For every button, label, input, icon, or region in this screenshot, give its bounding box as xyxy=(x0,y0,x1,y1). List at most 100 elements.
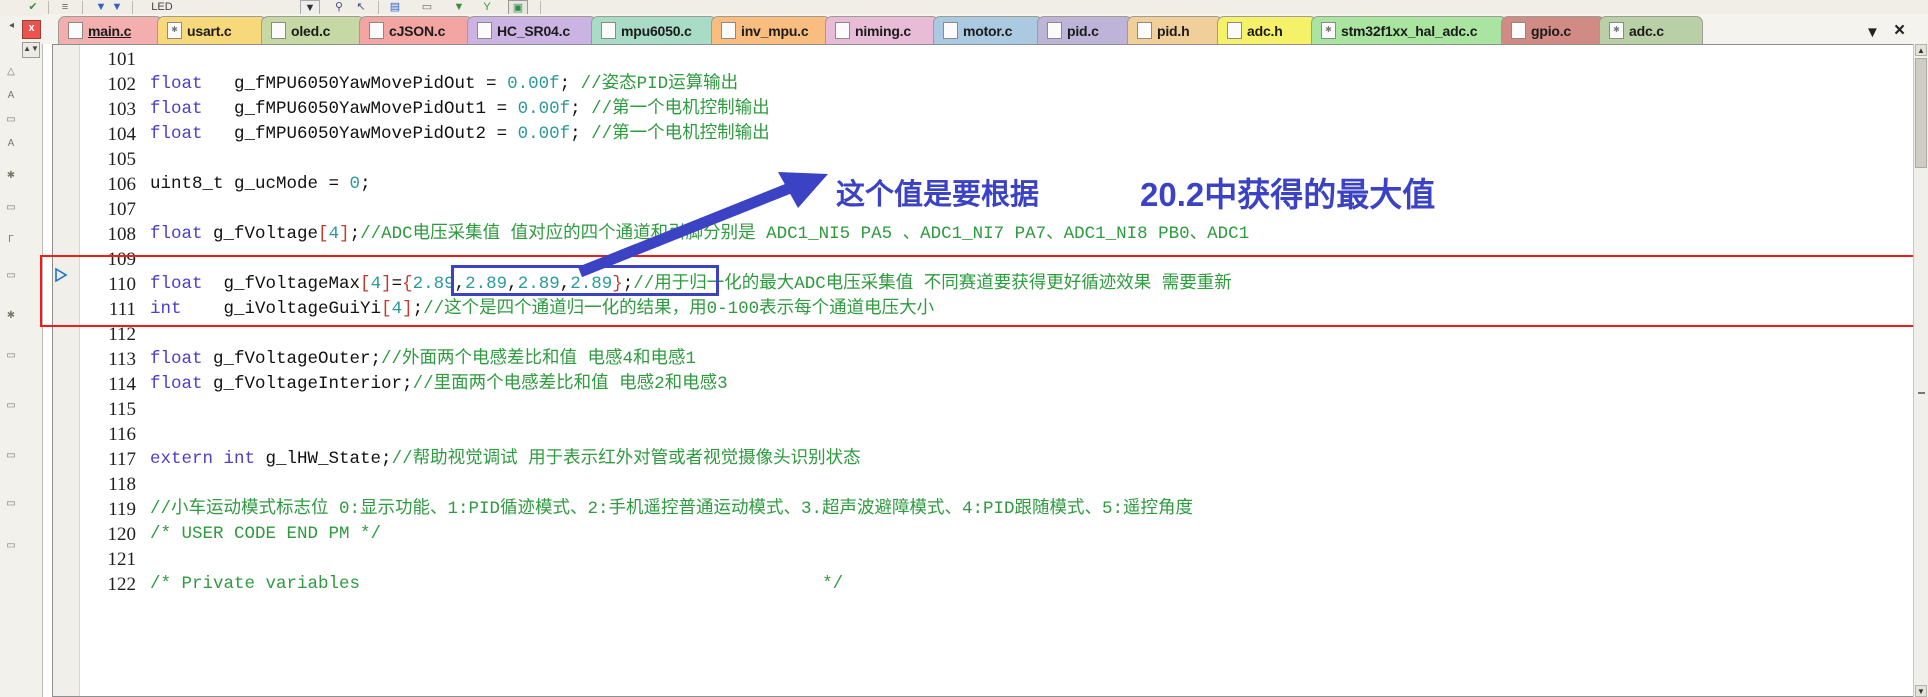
code-line[interactable]: float g_fVoltageOuter;//外面两个电感差比和值 电感4和电… xyxy=(150,347,696,372)
tab-label: pid.h xyxy=(1157,22,1190,39)
code-line[interactable]: float g_fMPU6050YawMovePidOut = 0.00f; /… xyxy=(150,72,738,97)
vertical-scrollbar[interactable]: ▲ ▼ xyxy=(1913,44,1928,697)
gutter-icon-2: Α xyxy=(7,90,15,101)
tab-label: stm32f1xx_hal_adc.c xyxy=(1341,22,1478,39)
tab-adc-h[interactable]: adc.h xyxy=(1217,16,1317,44)
code-token: ; xyxy=(412,299,424,319)
code-token: , xyxy=(454,274,466,294)
code-token: 0.00f xyxy=(507,74,560,94)
code-line[interactable]: //小车运动模式标志位 0:显示功能、1:PID循迹模式、2:手机遥控普通运动模… xyxy=(150,497,1193,522)
tab-inv-mpu-c[interactable]: inv_mpu.c xyxy=(711,16,831,44)
code-line[interactable]: int g_iVoltageGuiYi[4];//这个是四个通道归一化的结果，用… xyxy=(150,297,934,322)
line-number: 118 xyxy=(108,474,136,495)
scroll-up-arrow-icon[interactable]: ▲ xyxy=(1915,44,1927,56)
code-line[interactable]: float g_fVoltageInterior;//里面两个电感差比和值 电感… xyxy=(150,372,728,397)
code-token: //第一个电机控制输出 xyxy=(591,99,770,119)
code-token: { xyxy=(402,274,413,294)
code-token: 2.89 xyxy=(570,274,613,294)
code-content[interactable]: float g_fMPU6050YawMovePidOut = 0.00f; /… xyxy=(142,45,1914,696)
code-token: ] xyxy=(402,299,413,319)
file-icon xyxy=(1511,22,1526,39)
code-token: 4 xyxy=(370,274,382,294)
scroll-updown-button[interactable]: ▲▼ xyxy=(22,42,40,58)
window-icon[interactable]: ▭ xyxy=(418,0,436,15)
scroll-marker xyxy=(1918,392,1925,394)
code-line[interactable]: float g_fMPU6050YawMovePidOut1 = 0.00f; … xyxy=(150,97,770,122)
line-number: 109 xyxy=(107,249,137,270)
gutter-icon-13: ▭ xyxy=(6,498,16,509)
code-token: float xyxy=(150,124,203,144)
line-number: 120 xyxy=(107,524,137,545)
tab-mpu6050-c[interactable]: mpu6050.c xyxy=(591,16,717,44)
tab-label: inv_mpu.c xyxy=(741,22,809,39)
code-line[interactable]: float g_fMPU6050YawMovePidOut2 = 0.00f; … xyxy=(150,122,770,147)
code-token: [ xyxy=(360,274,371,294)
code-line[interactable]: /* USER CODE END PM */ xyxy=(150,522,381,547)
code-line[interactable]: uint8_t g_ucMode = 0; xyxy=(150,172,371,197)
line-number: 116 xyxy=(108,424,136,445)
code-token: float xyxy=(150,374,203,394)
tab-pid-h[interactable]: pid.h xyxy=(1127,16,1223,44)
code-token: 4 xyxy=(328,224,340,244)
bookmark-clear-icon[interactable]: ≡ xyxy=(56,0,74,15)
tab-adc-c[interactable]: ✱ adc.c xyxy=(1599,16,1703,44)
annotation-text-right: 20.2中获得的最大值 xyxy=(1140,176,1436,213)
gutter-icon-9: ✱ xyxy=(6,310,16,321)
code-token: float xyxy=(150,224,203,244)
tab-label: HC_SR04.c xyxy=(497,22,570,39)
code-token: 2.89 xyxy=(412,274,455,294)
code-token: , xyxy=(507,274,518,294)
filter-down-icon[interactable]: ▼ xyxy=(450,0,468,15)
code-token: 0.00f xyxy=(517,99,571,119)
book-icon[interactable]: ▤ xyxy=(386,0,404,15)
tab-overflow-icon[interactable]: ▼ xyxy=(1865,24,1880,41)
gutter-icon-11: ▭ xyxy=(6,400,16,411)
bookmark-gutter[interactable] xyxy=(53,45,80,696)
tab-label: mpu6050.c xyxy=(621,22,692,39)
code-token: float xyxy=(150,274,203,294)
nav-back-icon[interactable]: ◂ xyxy=(3,18,20,34)
tab-niming-c[interactable]: niming.c xyxy=(825,16,939,44)
tab-oled-c[interactable]: oled.c xyxy=(261,16,365,44)
scroll-down-arrow-icon[interactable]: ▼ xyxy=(1915,685,1927,697)
ide-window: ✔ ≡ ▼ ▼ LED ▼ ⚲ ↖ ▤ ▭ ▼ Y ▣ ◂ x ▲▼ △ Α ▭… xyxy=(0,0,1928,697)
snowflake-icon: ✱ xyxy=(1321,22,1336,39)
tab-usart-c[interactable]: ✱ usart.c xyxy=(157,16,267,44)
line-number: 106 xyxy=(107,174,137,195)
tab-gpio-c[interactable]: gpio.c xyxy=(1501,16,1605,44)
code-token: g_iVoltageGuiYi xyxy=(181,299,382,319)
line-number: 107 xyxy=(107,199,137,220)
move-down-icon[interactable]: ▼ xyxy=(108,0,126,15)
check-all-icon[interactable]: ✔ xyxy=(24,0,42,15)
code-token: g_fVoltage xyxy=(202,224,319,244)
scrollbar-thumb[interactable] xyxy=(1915,58,1927,168)
tab-motor-c[interactable]: motor.c xyxy=(933,16,1043,44)
tab-stm32f1xx-hal-adc-c[interactable]: ✱ stm32f1xx_hal_adc.c xyxy=(1311,16,1507,44)
file-icon xyxy=(721,22,736,39)
code-token: 4 xyxy=(391,299,403,319)
line-number: 117 xyxy=(108,449,136,470)
tab-main-c[interactable]: main.c xyxy=(58,16,163,44)
code-line[interactable]: /* Private variables */ xyxy=(150,572,843,597)
tab-cjson-c[interactable]: cJSON.c xyxy=(359,16,473,44)
line-number: 103 xyxy=(107,99,137,120)
tab-close-icon[interactable]: × xyxy=(1894,20,1905,42)
tab-hc-sr04-c[interactable]: HC_SR04.c xyxy=(467,16,597,44)
code-token: g_lHW_State; xyxy=(255,449,392,469)
code-line[interactable]: extern int g_lHW_State;//帮助视觉调试 用于表示红外对管… xyxy=(150,447,861,472)
line-number: 122 xyxy=(107,574,137,595)
filter-icon[interactable]: Y xyxy=(478,0,496,15)
close-window-button[interactable]: x xyxy=(22,20,41,39)
code-line[interactable]: float g_fVoltageMax[4]={2.89,2.89,2.89,2… xyxy=(150,272,1232,297)
line-number: 121 xyxy=(107,549,137,570)
code-token: [ xyxy=(318,224,329,244)
code-line[interactable]: float g_fVoltage[4];//ADC电压采集值 值对应的四个通道和… xyxy=(150,222,1249,247)
left-gutter-strip: ◂ x ▲▼ △ Α ▭ Α ✱ ▭ Γ ▭ ✱ ▭ ▭ ▭ ▭ ▭ xyxy=(0,16,43,697)
find-next-icon[interactable]: ↖ xyxy=(352,0,370,15)
file-icon xyxy=(1137,22,1152,39)
tab-label: cJSON.c xyxy=(389,22,446,39)
tab-label: gpio.c xyxy=(1531,22,1572,39)
find-icon[interactable]: ⚲ xyxy=(330,0,348,15)
tab-pid-c[interactable]: pid.c xyxy=(1037,16,1133,44)
file-icon xyxy=(271,22,286,39)
